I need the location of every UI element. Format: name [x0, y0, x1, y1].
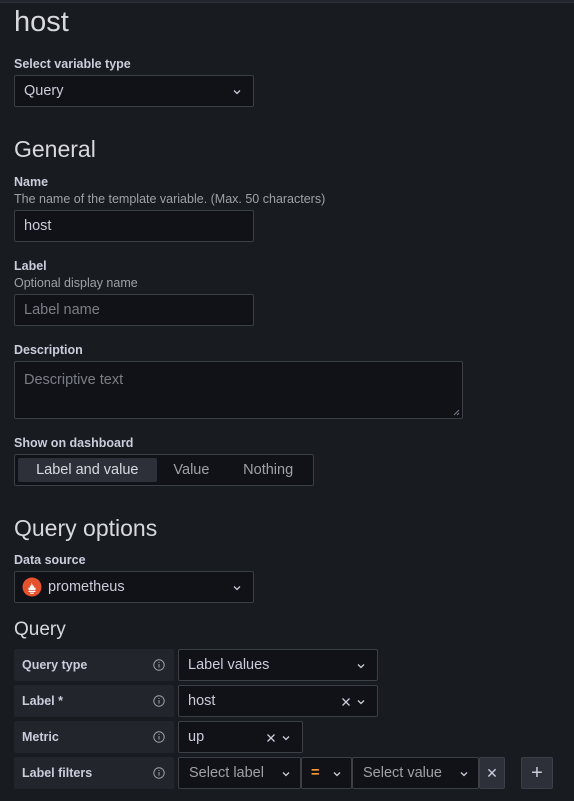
filter-label-placeholder: Select label	[189, 765, 264, 781]
label-help: Optional display name	[14, 276, 138, 290]
filter-operator-value: =	[311, 765, 320, 781]
add-filter-button[interactable]: +	[521, 757, 553, 789]
chevron-down-icon	[282, 772, 290, 777]
description-placeholder: Descriptive text	[24, 372, 124, 388]
option-label-and-value[interactable]: Label and value	[18, 458, 157, 482]
show-on-dashboard-label: Show on dashboard	[14, 436, 134, 450]
data-source-picker[interactable]: prometheus	[14, 571, 254, 603]
remove-filter-button[interactable]: ✕	[479, 757, 505, 789]
description-label: Description	[14, 343, 83, 357]
label-select[interactable]: host	[178, 685, 378, 717]
chevron-down-icon	[357, 700, 365, 705]
top-border	[0, 0, 574, 3]
general-heading: General	[14, 136, 96, 162]
name-input[interactable]: host	[14, 210, 254, 242]
plus-icon: +	[531, 761, 543, 784]
variable-type-value: Query	[24, 83, 64, 99]
label-filters-row-label: Label filters	[14, 757, 174, 789]
query-options-heading: Query options	[14, 515, 158, 541]
prometheus-icon	[22, 577, 42, 597]
filter-value-placeholder: Select value	[363, 765, 442, 781]
label-select-value: host	[188, 693, 216, 709]
close-icon: ✕	[486, 764, 498, 781]
label-row-label: Label *	[14, 685, 174, 717]
filter-value-select[interactable]: Select value	[352, 757, 479, 789]
name-input-value: host	[24, 218, 52, 234]
metric-select[interactable]: up	[178, 721, 303, 753]
metric-row-label: Metric	[14, 721, 174, 753]
variable-type-select[interactable]: Query	[14, 75, 254, 107]
query-type-row-label: Query type	[14, 649, 174, 681]
name-label: Name	[14, 175, 49, 189]
chevron-down-icon	[333, 772, 341, 777]
page-title: host	[14, 6, 69, 38]
metric-label: Metric	[22, 730, 59, 744]
show-on-dashboard-radio-group: Label and value Value Nothing	[14, 454, 314, 486]
label-input[interactable]: Label name	[14, 294, 254, 326]
label-select-label: Label *	[22, 694, 63, 708]
query-type-select[interactable]: Label values	[178, 649, 378, 681]
metric-value: up	[188, 729, 205, 745]
label-filters-label: Label filters	[22, 766, 93, 780]
data-source-label: Data source	[14, 553, 86, 567]
label-input-placeholder: Label name	[24, 302, 100, 318]
variable-type-label: Select variable type	[14, 57, 131, 71]
resize-handle-icon[interactable]	[452, 408, 460, 416]
label-label: Label	[14, 259, 47, 273]
chevron-down-icon	[357, 664, 365, 669]
clear-icon[interactable]	[341, 697, 351, 707]
chevron-down-icon	[233, 586, 241, 591]
filter-operator-select[interactable]: =	[301, 757, 352, 789]
info-icon[interactable]	[153, 695, 165, 707]
query-type-value: Label values	[188, 657, 270, 673]
chevron-down-icon	[460, 772, 468, 777]
chevron-down-icon	[282, 736, 290, 741]
clear-icon[interactable]	[266, 733, 276, 743]
filter-label-select[interactable]: Select label	[178, 757, 301, 789]
description-textarea[interactable]: Descriptive text	[14, 361, 463, 419]
query-type-label: Query type	[22, 658, 88, 672]
option-value[interactable]: Value	[157, 458, 227, 482]
option-nothing[interactable]: Nothing	[226, 458, 310, 482]
data-source-value: prometheus	[48, 579, 125, 595]
info-icon[interactable]	[153, 767, 165, 779]
query-heading: Query	[14, 619, 66, 640]
chevron-down-icon	[233, 90, 241, 95]
info-icon[interactable]	[153, 659, 165, 671]
info-icon[interactable]	[153, 731, 165, 743]
name-help: The name of the template variable. (Max.…	[14, 192, 326, 206]
